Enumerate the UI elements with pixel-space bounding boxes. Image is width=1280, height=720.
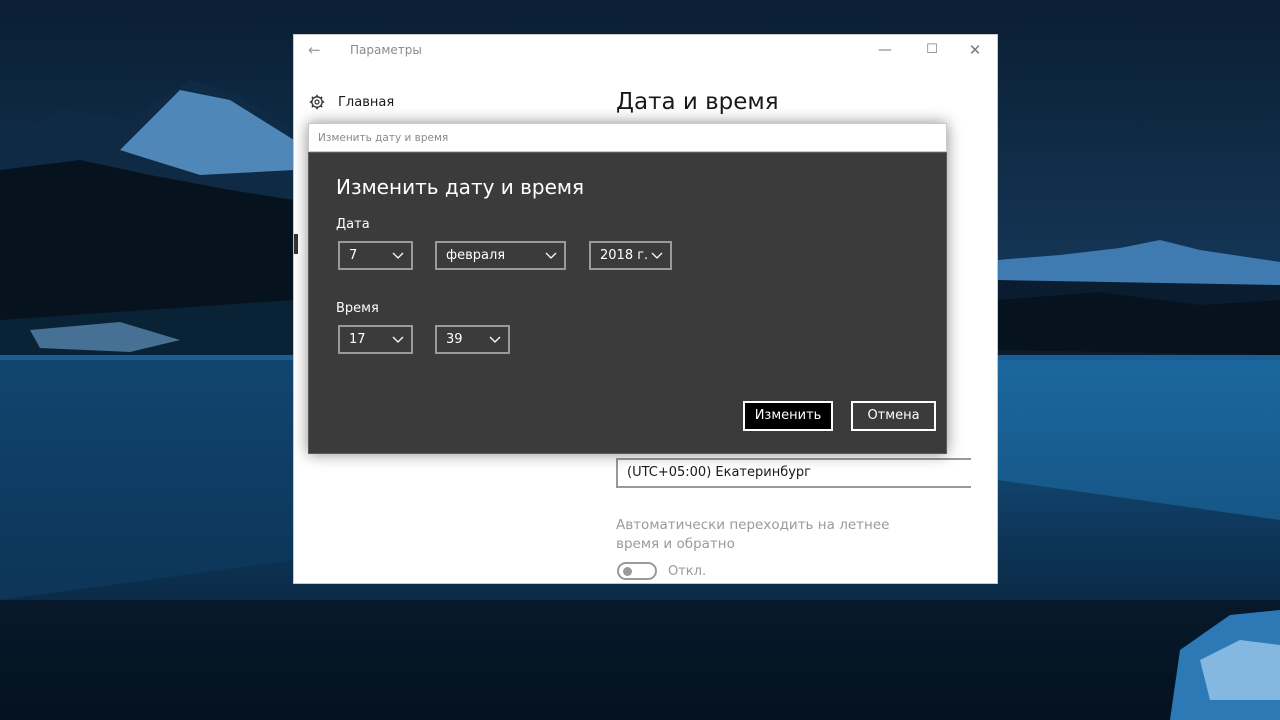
day-select[interactable]: 7 bbox=[338, 241, 413, 270]
day-value: 7 bbox=[349, 248, 358, 263]
dialog-titlebar-text: Изменить дату и время bbox=[318, 132, 449, 144]
dialog-body: Изменить дату и время Дата 7 февраля 201… bbox=[308, 152, 947, 454]
dst-toggle-state: Откл. bbox=[668, 564, 707, 579]
chevron-down-icon bbox=[545, 252, 557, 259]
dst-toggle[interactable] bbox=[617, 562, 657, 580]
app-title: Параметры bbox=[350, 43, 422, 57]
minimize-icon[interactable]: — bbox=[874, 40, 896, 60]
dst-label: Автоматически переходить на летнее время… bbox=[616, 517, 890, 552]
chevron-down-icon bbox=[489, 336, 501, 343]
nav-home-label: Главная bbox=[338, 95, 395, 110]
minute-value: 39 bbox=[446, 332, 463, 347]
date-label: Дата bbox=[336, 217, 370, 232]
cancel-button[interactable]: Отмена bbox=[851, 401, 936, 431]
dialog-heading: Изменить дату и время bbox=[336, 175, 585, 199]
window-titlebar: ← Параметры — ☐ ✕ bbox=[294, 35, 997, 65]
year-value: 2018 г. bbox=[600, 248, 649, 263]
maximize-icon[interactable]: ☐ bbox=[921, 40, 943, 60]
change-button[interactable]: Изменить bbox=[743, 401, 833, 431]
month-value: февраля bbox=[446, 248, 506, 263]
close-icon[interactable]: ✕ bbox=[964, 40, 986, 60]
arrow-left-icon[interactable]: ← bbox=[308, 41, 321, 59]
hour-value: 17 bbox=[349, 332, 366, 347]
toggle-knob bbox=[623, 567, 632, 576]
chevron-down-icon bbox=[651, 252, 663, 259]
year-select[interactable]: 2018 г. bbox=[589, 241, 672, 270]
gear-icon bbox=[309, 94, 325, 110]
chevron-down-icon bbox=[392, 252, 404, 259]
month-select[interactable]: февраля bbox=[435, 241, 566, 270]
timezone-select[interactable]: (UTC+05:00) Екатеринбург bbox=[616, 458, 971, 488]
minute-select[interactable]: 39 bbox=[435, 325, 510, 354]
page-title: Дата и время bbox=[616, 89, 779, 115]
hour-select[interactable]: 17 bbox=[338, 325, 413, 354]
time-label: Время bbox=[336, 301, 379, 316]
dialog-titlebar: Изменить дату и время bbox=[308, 123, 947, 152]
change-datetime-dialog: Изменить дату и время Изменить дату и вр… bbox=[308, 123, 947, 454]
nav-selection-indicator bbox=[294, 234, 298, 254]
chevron-down-icon bbox=[392, 336, 404, 343]
